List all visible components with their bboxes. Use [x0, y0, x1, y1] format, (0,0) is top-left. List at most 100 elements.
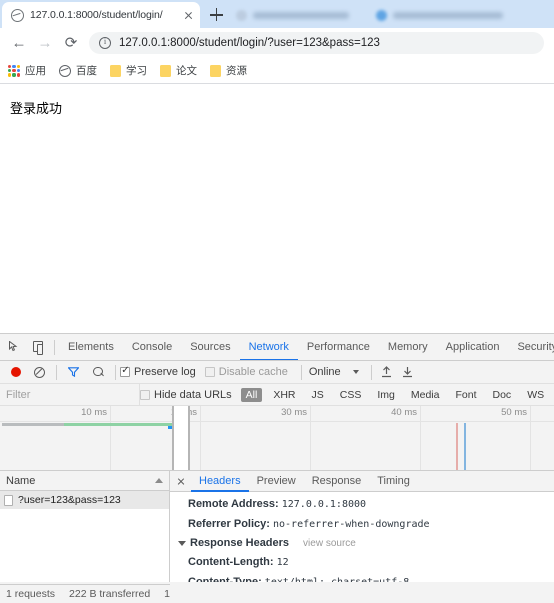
network-split-view: Name ?user=123&pass=123 Headers Preview … — [0, 471, 554, 582]
chevron-down-icon[interactable] — [352, 370, 359, 374]
globe-icon — [11, 8, 24, 22]
devtools-tab-console[interactable]: Console — [123, 334, 181, 360]
checkbox[interactable] — [204, 367, 215, 377]
preserve-log-label: Preserve log — [134, 366, 196, 378]
clear-button[interactable] — [34, 366, 45, 378]
bookmark-folder-study[interactable]: 学习 — [110, 63, 147, 78]
sort-ascending-icon[interactable] — [155, 478, 163, 483]
chevron-down-icon — [178, 540, 186, 546]
bookmark-folder-resources[interactable]: 资源 — [210, 63, 247, 78]
timeline-tick-label: 30 ms — [281, 407, 307, 418]
divider — [115, 364, 116, 380]
filter-input[interactable] — [0, 383, 140, 406]
close-icon[interactable] — [173, 473, 189, 489]
divider — [56, 364, 57, 380]
hide-data-urls-toggle[interactable]: Hide data URLs — [140, 389, 232, 401]
filter-type-all[interactable]: All — [240, 387, 263, 402]
devtools-tab-memory[interactable]: Memory — [379, 334, 437, 360]
request-list-header[interactable]: Name — [0, 471, 169, 491]
bookmark-folder-papers[interactable]: 论文 — [160, 63, 197, 78]
header-row: Content-Length: 12 — [170, 552, 554, 572]
checkbox[interactable] — [120, 365, 130, 377]
globe-icon — [59, 64, 71, 77]
filter-type-js[interactable]: JS — [307, 388, 329, 402]
bookmark-baidu[interactable]: 百度 — [59, 63, 97, 78]
record-button[interactable] — [11, 367, 21, 377]
bookmarks-bar: 应用 百度 学习 论文 资源 — [0, 58, 554, 84]
device-toolbar-icon[interactable] — [26, 335, 50, 359]
timeline-selection-window[interactable] — [172, 406, 190, 470]
timeline-tick: 20 ms — [171, 406, 201, 470]
disable-cache-label: Disable cache — [218, 366, 288, 378]
search-icon[interactable] — [93, 366, 104, 378]
response-headers-section-toggle[interactable]: Response Headers view source — [170, 534, 554, 552]
device-glyph — [33, 341, 44, 355]
devtools-tab-security[interactable]: Security — [508, 334, 554, 360]
devtools-panel: Elements Console Sources Network Perform… — [0, 333, 554, 603]
table-row[interactable]: ?user=123&pass=123 — [0, 491, 169, 509]
reload-button[interactable]: ⟳ — [58, 30, 84, 56]
preserve-log-toggle[interactable]: Preserve log — [120, 365, 196, 378]
navigation-toolbar: ← → ⟳ 127.0.0.1:8000/student/login/?user… — [0, 28, 554, 58]
tab-title: 127.0.0.1:8000/student/login/ — [30, 9, 163, 21]
close-icon[interactable] — [181, 8, 196, 23]
filter-type-media[interactable]: Media — [406, 388, 445, 402]
filter-type-ws[interactable]: WS — [522, 388, 549, 402]
view-source-link[interactable]: view source — [303, 538, 356, 549]
dom-content-loaded-marker — [456, 423, 458, 470]
network-overview-timeline[interactable]: 10 ms 20 ms 30 ms 40 ms 50 ms — [0, 406, 554, 471]
network-status-bar: 1 requests 222 B transferred 1 — [0, 584, 170, 603]
devtools-tab-performance[interactable]: Performance — [298, 334, 379, 360]
throttle-select[interactable]: Online — [309, 366, 341, 378]
divider — [370, 364, 372, 380]
back-button[interactable]: ← — [6, 30, 32, 56]
address-bar[interactable]: 127.0.0.1:8000/student/login/?user=123&p… — [89, 32, 544, 54]
filter-type-doc[interactable]: Doc — [488, 388, 517, 402]
details-tab-headers[interactable]: Headers — [191, 471, 249, 492]
details-tab-response[interactable]: Response — [304, 471, 370, 492]
request-list-empty-area — [0, 509, 169, 582]
devtools-tab-network[interactable]: Network — [240, 334, 298, 360]
import-har-icon[interactable] — [381, 366, 392, 378]
devtools-tab-application[interactable]: Application — [437, 334, 509, 360]
disable-cache-toggle[interactable]: Disable cache — [204, 366, 288, 378]
divider — [300, 364, 302, 380]
timeline-tick-label: 50 ms — [501, 407, 527, 418]
tab-title-redacted — [393, 11, 503, 19]
browser-tab-background-1[interactable] — [230, 2, 370, 28]
filter-funnel-icon[interactable] — [67, 367, 80, 378]
header-key: Remote Address: — [188, 497, 279, 510]
devtools-tab-elements[interactable]: Elements — [59, 334, 123, 360]
checkbox[interactable] — [140, 389, 150, 400]
devtools-tab-sources[interactable]: Sources — [181, 334, 239, 360]
inspect-element-icon[interactable] — [2, 335, 26, 359]
tab-title-redacted — [253, 11, 349, 19]
filter-type-xhr[interactable]: XHR — [268, 388, 300, 402]
network-filter-bar: Hide data URLs All XHR JS CSS Img Media … — [0, 383, 554, 406]
info-circle-icon[interactable] — [99, 36, 111, 49]
filter-type-img[interactable]: Img — [372, 388, 400, 402]
details-tab-timing[interactable]: Timing — [369, 471, 418, 492]
forward-button[interactable]: → — [32, 30, 58, 56]
export-har-icon[interactable] — [402, 366, 413, 378]
header-value: text/html; charset=utf-8 — [264, 576, 410, 583]
browser-tab-active[interactable]: 127.0.0.1:8000/student/login/ — [2, 2, 200, 28]
url-text: 127.0.0.1:8000/student/login/?user=123&p… — [119, 37, 380, 49]
filter-type-css[interactable]: CSS — [335, 388, 367, 402]
new-tab-button[interactable] — [203, 2, 230, 28]
resources-count: 1 — [164, 588, 171, 600]
devtools-tab-strip: Elements Console Sources Network Perform… — [0, 334, 554, 361]
back-arrow-icon: ← — [11, 34, 27, 52]
filter-type-font[interactable]: Font — [450, 388, 481, 402]
header-value: 127.0.0.1:8000 — [281, 498, 367, 510]
page-body-text: 登录成功 — [10, 102, 63, 117]
browser-tab-background-2[interactable] — [370, 2, 520, 28]
timeline-tick-label: 40 ms — [391, 407, 417, 418]
bookmark-apps[interactable]: 应用 — [8, 63, 46, 78]
divider — [54, 339, 55, 355]
column-header-name: Name — [6, 474, 36, 487]
headers-content: Remote Address: 127.0.0.1:8000 Referrer … — [170, 492, 554, 582]
folder-icon — [210, 64, 221, 77]
details-tab-strip: Headers Preview Response Timing — [170, 471, 554, 492]
details-tab-preview[interactable]: Preview — [249, 471, 304, 492]
